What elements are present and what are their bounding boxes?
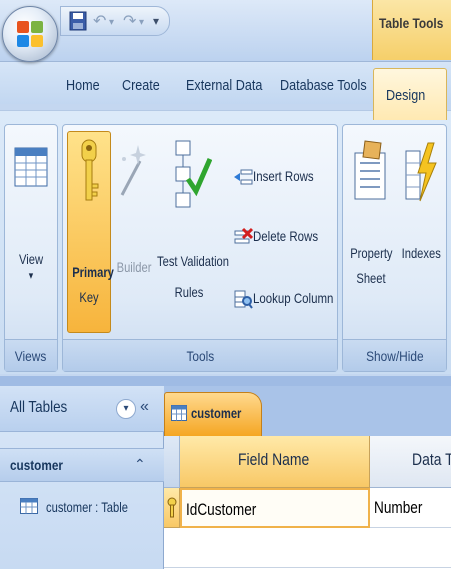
- group-views: View ▾ Views: [4, 124, 58, 372]
- view-button[interactable]: View ▾: [7, 139, 55, 335]
- collapse-group-icon[interactable]: ⌃: [134, 456, 146, 473]
- table-icon: [171, 405, 187, 421]
- property-sheet-label-line1: Property: [350, 245, 393, 261]
- key-icon: [81, 139, 99, 201]
- undo-dropdown-icon[interactable]: ▾: [109, 17, 114, 28]
- column-header-data-type-label: Data T: [412, 450, 451, 469]
- row-selector[interactable]: [164, 488, 180, 528]
- customize-toolbar-icon[interactable]: ▾: [153, 14, 159, 28]
- office-logo-icon: [17, 21, 45, 49]
- view-dropdown-arrow-icon: ▾: [28, 270, 34, 282]
- tab-design[interactable]: Design: [373, 68, 447, 120]
- undo-icon[interactable]: ↶: [93, 11, 106, 31]
- group-tools: Primary Key Builder Test Validation Rule…: [62, 124, 338, 372]
- field-name-cell[interactable]: IdCustomer: [180, 488, 370, 528]
- test-validation-rules-button[interactable]: Test Validation Rules: [149, 139, 229, 335]
- group-show-hide-label: Show/Hide: [343, 339, 446, 371]
- empty-row[interactable]: [164, 528, 451, 568]
- column-header-field-name[interactable]: Field Name: [180, 436, 370, 488]
- indexes-icon: [405, 142, 437, 202]
- document-tab-label: customer: [191, 405, 242, 421]
- primary-key-label-line2: Key: [79, 289, 99, 305]
- primary-key-label-line1: Primary: [72, 264, 114, 280]
- tab-home[interactable]: Home: [66, 72, 100, 100]
- save-icon[interactable]: [69, 11, 87, 31]
- nav-group-title: customer: [10, 457, 63, 473]
- indexes-label: Indexes: [401, 245, 441, 261]
- contextual-tab-group-label: Table Tools: [379, 15, 444, 31]
- lookup-column-icon: [234, 290, 253, 309]
- data-type-value: Number: [374, 498, 423, 517]
- delete-rows-icon: [234, 227, 253, 244]
- table-icon: [20, 498, 38, 514]
- insert-rows-label: Insert Rows: [253, 168, 314, 184]
- nav-pane-title: All Tables: [10, 399, 68, 416]
- contextual-tab-group: Table Tools: [372, 0, 451, 60]
- redo-icon[interactable]: ↷: [123, 11, 136, 31]
- test-validation-icon: [175, 140, 213, 208]
- nav-pane-dropdown-icon[interactable]: ▾: [116, 399, 136, 419]
- group-views-label: Views: [5, 339, 57, 371]
- insert-rows-icon: [234, 169, 253, 185]
- group-tools-label: Tools: [63, 339, 337, 371]
- column-header-data-type[interactable]: Data T: [370, 436, 451, 488]
- nav-item-customer-table[interactable]: customer : Table: [0, 486, 164, 526]
- property-sheet-label-line2: Sheet: [356, 270, 386, 286]
- column-header-field-name-label: Field Name: [238, 450, 310, 469]
- view-button-label: View: [18, 251, 44, 267]
- title-bar: ↶ ▾ ↷ ▾ ▾ Table Tools: [0, 0, 451, 62]
- nav-pane-header[interactable]: All Tables ▾ «: [0, 386, 164, 432]
- nav-pane-collapse-icon[interactable]: «: [140, 398, 149, 416]
- test-validation-label-line1: Test Validation: [157, 253, 230, 269]
- builder-label: Builder: [116, 259, 152, 275]
- office-button[interactable]: [2, 6, 58, 94]
- document-tab-strip: customer: [164, 386, 451, 436]
- field-name-value: IdCustomer: [186, 500, 257, 519]
- document-tab-customer[interactable]: customer: [164, 392, 262, 436]
- lookup-column-label: Lookup Column: [253, 290, 334, 306]
- delete-rows-label: Delete Rows: [253, 228, 319, 244]
- property-sheet-button[interactable]: Property Sheet: [345, 139, 397, 335]
- property-sheet-icon: [354, 140, 386, 200]
- tab-external-data[interactable]: External Data: [186, 72, 262, 100]
- lookup-column-button[interactable]: Lookup Column: [233, 287, 337, 311]
- delete-rows-button[interactable]: Delete Rows: [233, 225, 337, 249]
- indexes-button[interactable]: Indexes: [397, 139, 443, 319]
- office-button-ring: [2, 6, 58, 62]
- grid-corner[interactable]: [164, 436, 180, 488]
- group-show-hide: Property Sheet Indexes Show/Hide: [342, 124, 447, 372]
- builder-button[interactable]: Builder: [113, 139, 152, 319]
- primary-key-indicator-icon: [167, 497, 177, 518]
- tab-create[interactable]: Create: [122, 72, 160, 100]
- redo-dropdown-icon[interactable]: ▾: [139, 17, 144, 28]
- tab-design-label: Design: [386, 87, 426, 104]
- navigation-pane: All Tables ▾ « customer ⌃ customer : Tab…: [0, 386, 164, 569]
- test-validation-label-line2: Rules: [174, 284, 204, 300]
- nav-item-label: customer : Table: [46, 499, 128, 515]
- nav-group-customer[interactable]: customer ⌃: [0, 448, 164, 482]
- table-design-grid: Field Name Data T IdCustomer Number: [164, 436, 451, 569]
- data-type-cell[interactable]: Number: [370, 488, 451, 528]
- quick-access-toolbar: ↶ ▾ ↷ ▾ ▾: [60, 6, 170, 36]
- datasheet-view-icon: [14, 147, 48, 187]
- builder-wand-icon: [120, 145, 146, 196]
- tab-database-tools[interactable]: Database Tools: [280, 72, 367, 100]
- primary-key-button[interactable]: Primary Key: [67, 131, 114, 333]
- insert-rows-button[interactable]: Insert Rows: [233, 165, 337, 189]
